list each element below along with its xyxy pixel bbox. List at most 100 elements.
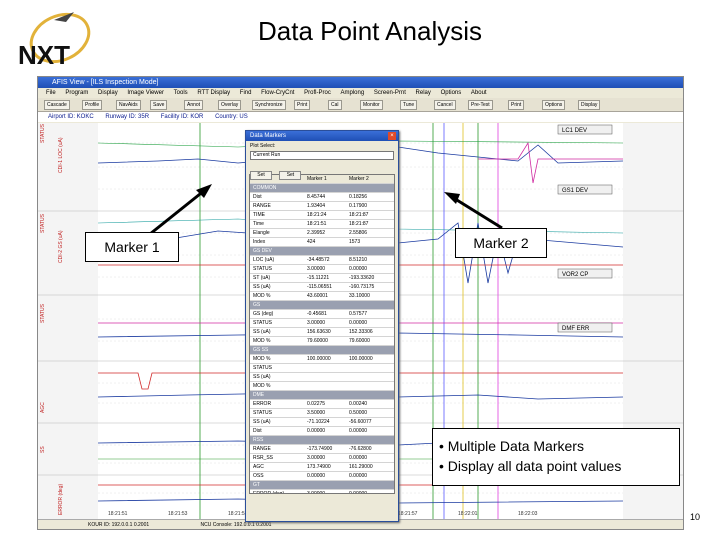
toolbar-button[interactable]: Print bbox=[508, 100, 525, 110]
marker-2-value: 0.00000 bbox=[349, 473, 368, 479]
data-markers-dialog[interactable]: Data Markers × Plot Select: Current Run … bbox=[245, 130, 399, 522]
marker-2-value: -160.73175 bbox=[349, 284, 375, 290]
grid-row: STATUS 3.00000 0.00000 bbox=[250, 265, 394, 274]
menu-item[interactable]: Tools bbox=[174, 90, 188, 96]
axis-label: STATUS bbox=[40, 123, 46, 143]
dialog-title: Data Markers bbox=[250, 133, 287, 139]
app-titlebar: AFIS View - [ILS Inspection Mode] bbox=[38, 77, 683, 88]
row-name: MOD % bbox=[253, 338, 271, 344]
time-label: 18:22:01 bbox=[458, 511, 478, 517]
menu-item[interactable]: Relay bbox=[416, 90, 431, 96]
time-label: 18:21:53 bbox=[168, 511, 188, 517]
toolbar-button[interactable]: Tune bbox=[400, 100, 418, 110]
grid-row: MOD % 100.00000 100.00000 bbox=[250, 355, 394, 364]
menu-item[interactable]: Find bbox=[240, 90, 252, 96]
plot-select-dropdown[interactable]: Current Run bbox=[250, 151, 394, 160]
country: Country: US bbox=[215, 114, 248, 120]
bullet-item: • Display all data point values bbox=[439, 458, 622, 474]
marker-2-value: 79.60000 bbox=[349, 338, 370, 344]
toolbar-button[interactable]: Options bbox=[542, 100, 566, 110]
toolbar-button[interactable]: Monitor bbox=[360, 100, 383, 110]
menu-item[interactable]: Image Viewer bbox=[127, 90, 164, 96]
menu-bar: File Program Display Image Viewer Tools … bbox=[38, 88, 683, 98]
marker-1-value: 156.63630 bbox=[307, 329, 331, 335]
marker-values-grid[interactable]: Marker 1 Marker 2 COMMON Dist 8.45744 0.1825… bbox=[249, 174, 395, 494]
row-name: Time bbox=[253, 221, 264, 227]
section-label: GS DEV bbox=[253, 248, 272, 254]
marker-2-value: 0.50000 bbox=[349, 410, 368, 416]
row-name: RSR_SS bbox=[253, 455, 274, 461]
row-name: STATUS bbox=[253, 365, 272, 371]
marker-1-value: 2.39952 bbox=[307, 230, 326, 236]
toolbar-button[interactable]: Cancel bbox=[434, 100, 456, 110]
marker-2-value: 1573 bbox=[349, 239, 361, 245]
marker-1-value: 0.00000 bbox=[307, 428, 326, 434]
marker-2-callout: Marker 2 bbox=[455, 228, 547, 258]
toolbar-button[interactable]: Synchronize bbox=[252, 100, 286, 110]
marker-2-value: 0.00000 bbox=[349, 320, 368, 326]
row-name: MOD % bbox=[253, 293, 271, 299]
menu-item[interactable]: About bbox=[471, 90, 487, 96]
marker-1-value: -173.74900 bbox=[307, 446, 333, 452]
svg-text:NXT: NXT bbox=[18, 40, 70, 70]
grid-row: SS (uA) -71.10224 -56.60077 bbox=[250, 418, 394, 427]
grid-row: MOD % 79.60000 79.60000 bbox=[250, 337, 394, 346]
channel-label: VOR2 CP bbox=[562, 272, 588, 278]
status-mid: NCU Console: 192.0.0.1 0.2001 bbox=[200, 522, 272, 528]
menu-item[interactable]: Program bbox=[65, 90, 88, 96]
menu-item[interactable]: Flow-CryCnt bbox=[261, 90, 294, 96]
toolbar-button[interactable]: Pre-Test bbox=[468, 100, 493, 110]
channel-label: GS1 DEV bbox=[562, 188, 588, 194]
toolbar-button[interactable]: Overlay bbox=[218, 100, 242, 110]
menu-item[interactable]: RTT Display bbox=[197, 90, 230, 96]
menu-item[interactable]: Options bbox=[441, 90, 462, 96]
grid-row: Dist 0.00000 0.00000 bbox=[250, 427, 394, 436]
toolbar-button[interactable]: Cascade bbox=[44, 100, 70, 110]
channel-label: LC1 DEV bbox=[562, 128, 587, 134]
grid-header-cell: Marker 1 bbox=[307, 176, 327, 182]
row-name: ST (uA) bbox=[253, 275, 271, 281]
section-label: GS bbox=[253, 302, 261, 308]
grid-row: STATUS bbox=[250, 364, 394, 373]
marker-1-value: 79.60000 bbox=[307, 338, 328, 344]
row-name: RANGE bbox=[253, 446, 271, 452]
time-label: 18:21:51 bbox=[108, 511, 128, 517]
dialog-titlebar[interactable]: Data Markers × bbox=[246, 131, 398, 141]
plot-select-label: Plot Select: bbox=[250, 143, 276, 149]
row-name: SS (uA) bbox=[253, 419, 271, 425]
toolbar-button[interactable]: Print bbox=[294, 100, 311, 110]
axis-label: SS bbox=[40, 446, 46, 453]
toolbar-button[interactable]: Profile bbox=[82, 100, 103, 110]
grid-row: STATUS 3.50000 0.50000 bbox=[250, 409, 394, 418]
grid-row: SS (uA) 156.63630 152.33306 bbox=[250, 328, 394, 337]
toolbar-button[interactable]: Display bbox=[578, 100, 601, 110]
grid-section-row: RSS bbox=[250, 436, 394, 445]
menu-item[interactable]: Amplong bbox=[341, 90, 365, 96]
toolbar-button[interactable]: Annot bbox=[184, 100, 204, 110]
grid-row: GS (deg) -0.45681 0.57577 bbox=[250, 310, 394, 319]
toolbar: Cascade Profile NavAids Save Annot Overl… bbox=[38, 98, 683, 112]
marker-1-value: -115.06551 bbox=[307, 284, 332, 290]
section-label: COMMON bbox=[253, 185, 277, 191]
toolbar-button[interactable]: Cal bbox=[328, 100, 342, 110]
grid-row: Index 424 1573 bbox=[250, 238, 394, 247]
marker-set-buttons: Set Set bbox=[246, 160, 398, 180]
menu-item[interactable]: Profl-Proc bbox=[304, 90, 331, 96]
row-name: AGC bbox=[253, 464, 264, 470]
marker-1-value: 3.50000 bbox=[307, 410, 326, 416]
toolbar-button[interactable]: Save bbox=[150, 100, 168, 110]
marker-1-value: 3.00000 bbox=[307, 266, 326, 272]
axis-label: STATUS bbox=[40, 303, 46, 323]
row-name: Dist bbox=[253, 194, 262, 200]
menu-item[interactable]: File bbox=[46, 90, 56, 96]
grid-row: TIME 18:21:24 18:21:87 bbox=[250, 211, 394, 220]
menu-item[interactable]: Screen-Prnt bbox=[374, 90, 406, 96]
menu-item[interactable]: Display bbox=[98, 90, 118, 96]
toolbar-button[interactable]: NavAids bbox=[116, 100, 141, 110]
marker-2-value: 0.00000 bbox=[349, 266, 368, 272]
grid-row: AGC 173.74900 161.29000 bbox=[250, 463, 394, 472]
feature-bullets: • Multiple Data Markers • Display all da… bbox=[432, 428, 680, 486]
time-label: 18:21:57 bbox=[398, 511, 418, 517]
row-name: OSS bbox=[253, 473, 264, 479]
close-icon[interactable]: × bbox=[388, 132, 396, 140]
